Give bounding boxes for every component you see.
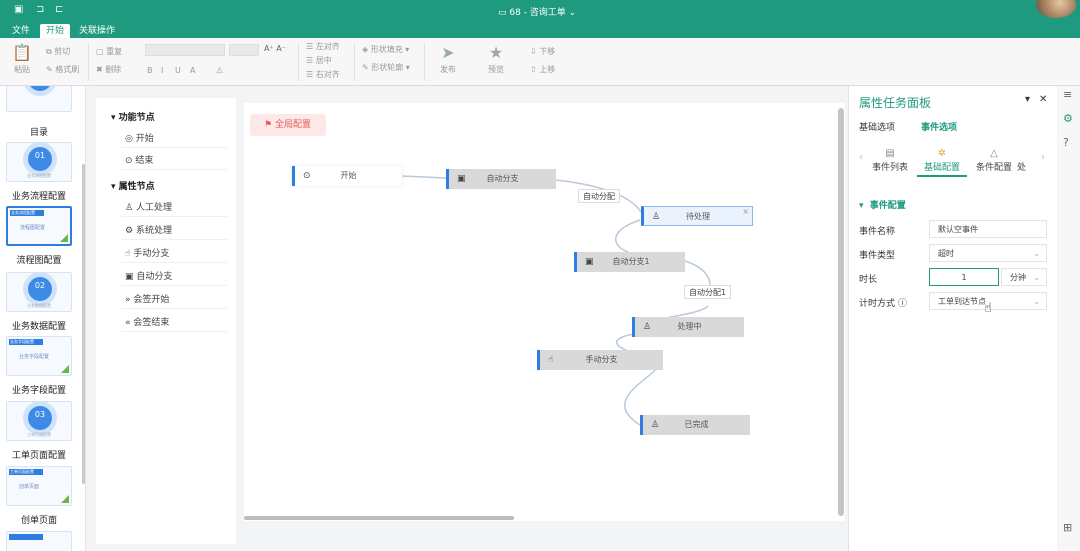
duration-input[interactable]: 1 — [929, 268, 999, 286]
chevron-right-icon[interactable]: › — [1041, 152, 1045, 163]
flow-node-auto-branch1[interactable]: ▣ 自动分支1 — [574, 252, 685, 272]
edge-label[interactable]: 自动分配 — [578, 189, 620, 203]
settings-icon[interactable]: ⚙ — [1063, 112, 1073, 125]
event-type-select[interactable]: 超时 ⌄ — [929, 244, 1047, 262]
timing-mode-label: 计时方式 ⓘ — [859, 299, 907, 309]
panel-title: 属性任务面板 — [859, 96, 932, 110]
tab-basic-options[interactable]: 基础选项 — [859, 120, 895, 133]
close-icon[interactable]: ✕ — [1039, 94, 1047, 105]
menu-icon[interactable]: ≡ — [1063, 88, 1072, 101]
flag-icon: ⚑ — [264, 120, 273, 130]
subtab-event-list[interactable]: ▤ 事件列表 — [865, 148, 915, 173]
chevron-down-icon: ⌄ — [1033, 297, 1040, 306]
panel-menu-icon[interactable]: ▾ — [1025, 94, 1030, 105]
right-gutter — [1058, 86, 1080, 551]
event-type-label: 事件类型 — [859, 251, 896, 261]
edge-label[interactable]: 自动分配1 — [684, 285, 732, 299]
gear-icon: ✲ — [937, 148, 947, 159]
duration-label: 时长 — [859, 275, 878, 285]
tab-event-options[interactable]: 事件选项 — [921, 120, 957, 133]
list-icon: ▤ — [885, 148, 895, 159]
properties-panel: 属性任务面板 ▾ ✕ 基础选项 事件选项 ‹ ▤ 事件列表 ✲ 基础配置 △ 条件配置… — [848, 86, 1057, 551]
event-name-label: 事件名称 — [859, 227, 896, 237]
flow-node-manual-branch[interactable]: ☝ 手动分支 — [537, 350, 663, 370]
duration-unit-select[interactable]: 分钟 ⌄ — [1001, 268, 1047, 286]
help-icon[interactable]: ⓘ — [898, 299, 907, 309]
canvas-horizontal-scrollbar[interactable] — [244, 516, 514, 520]
close-icon[interactable]: × — [742, 202, 749, 222]
flow-node-start[interactable]: ⊙ 开始 — [292, 166, 402, 186]
flow-node-processing[interactable]: ♙ 处理中 — [632, 317, 744, 337]
flow-node-pending[interactable]: ♙ 待处理 × — [641, 206, 753, 226]
triangle-icon: △ — [990, 148, 998, 159]
global-config-button[interactable]: ⚑ 全局配置 — [250, 114, 326, 136]
event-name-field[interactable]: 默认空事件 — [929, 220, 1047, 238]
chevron-left-icon[interactable]: ‹ — [859, 152, 863, 163]
chevron-down-icon: ⌄ — [1033, 273, 1040, 282]
help-icon[interactable]: ? — [1063, 136, 1069, 149]
canvas-vertical-scrollbar[interactable] — [838, 108, 844, 516]
flow-node-done[interactable]: ♙ 已完成 — [640, 415, 750, 435]
expand-icon[interactable]: ⊞ — [1063, 521, 1072, 534]
subtab-condition-config[interactable]: △ 条件配置 — [969, 148, 1019, 173]
flow-node-auto-branch[interactable]: ▣ 自动分支 — [446, 169, 556, 189]
event-config-section[interactable]: ▾ 事件配置 — [859, 198, 906, 211]
subtab-basic-config[interactable]: ✲ 基础配置 — [917, 148, 967, 177]
chevron-down-icon: ⌄ — [1033, 249, 1040, 258]
subtab-more[interactable]: 处 — [1017, 148, 1043, 173]
hand-cursor-icon: ☝ — [984, 301, 992, 316]
